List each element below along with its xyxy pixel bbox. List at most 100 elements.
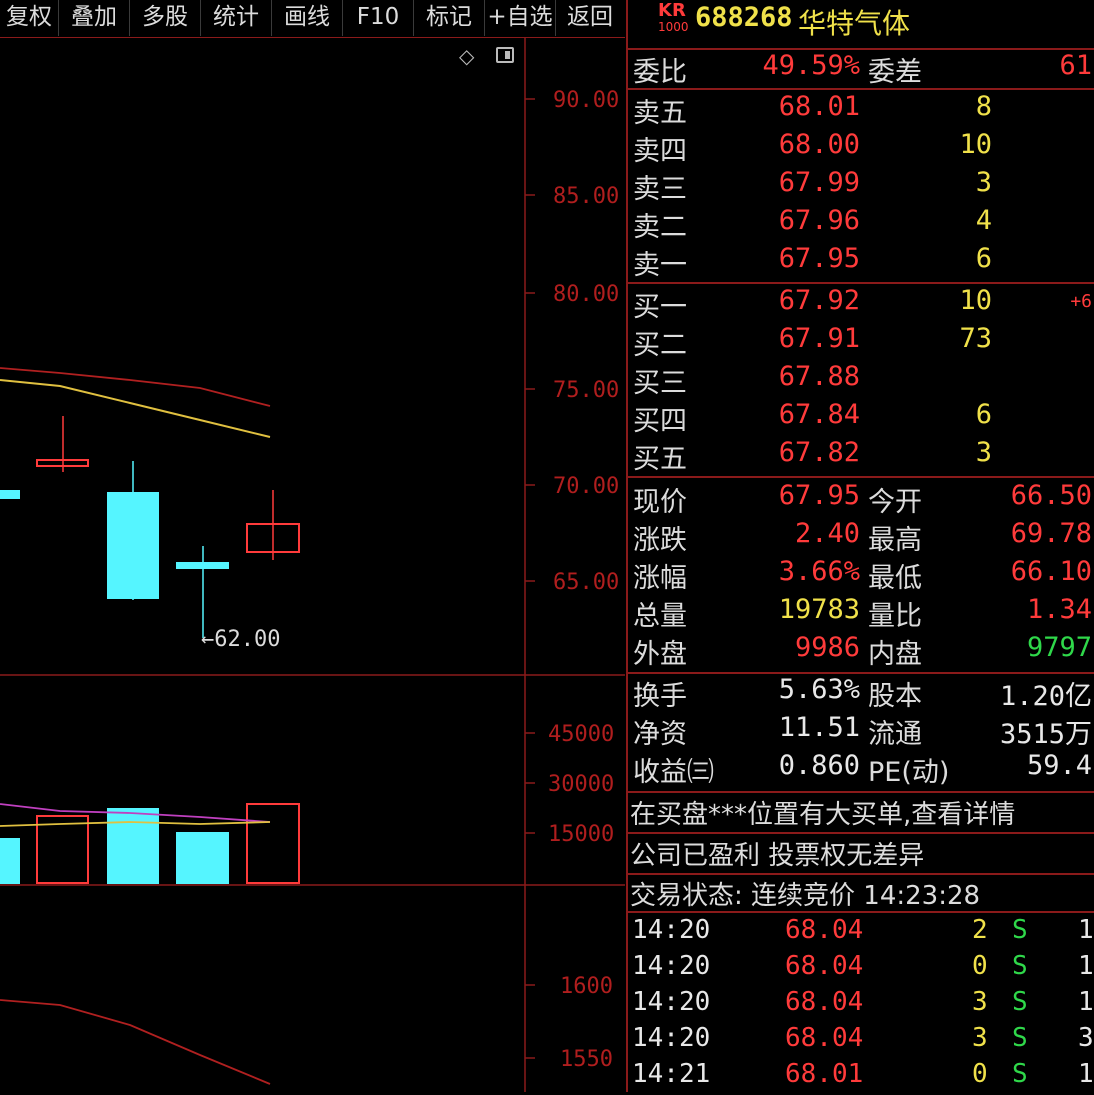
bid-row[interactable]: 买二 67.91 73 [628,323,1094,361]
bid-label: 买二 [633,330,687,361]
bid-price: 67.84 [778,399,860,430]
kr-badge: KR 1000 [658,2,696,42]
candle [107,492,159,599]
quote-row: 外盘 9986 内盘 9797 [628,632,1094,670]
mark-button[interactable]: 标记 [414,0,485,36]
stock-name: 华特气体 [798,7,911,40]
tick-count: 1 [1078,987,1094,1017]
divider [628,282,1094,284]
ask-label: 卖四 [633,136,687,167]
bid-volume: 10 [959,285,992,316]
bid-row[interactable]: 买五 67.82 3 [628,437,1094,475]
tick-price: 68.04 [785,915,864,945]
price-axis-label: 85.00 [553,184,620,209]
fundamental-row: 净资 11.51 流通 3515万 [628,712,1094,750]
bid-volume: 3 [975,437,992,468]
divider [628,88,1094,90]
order-ratio-value: 49.59% [762,50,860,81]
stock-code: 688268 [695,2,793,33]
float-shares-value: 3515万 [999,719,1092,750]
badge-bottom: 1000 [658,20,689,34]
divider [628,832,1094,834]
status-text: 交易状态: 连续竞价 14:23:28 [630,881,981,911]
tick-volume: 2 [972,915,988,945]
bid-change: +6 [1070,291,1092,312]
ask-label: 卖一 [633,250,687,281]
tick-side: S [1012,987,1028,1017]
ask-price: 68.00 [778,129,860,160]
big-order-notice[interactable]: 在买盘***位置有大买单,查看详情 [628,794,1094,832]
candle [176,562,229,569]
tick-volume: 0 [972,1059,988,1089]
quote-row: 总量 19783 量比 1.34 [628,594,1094,632]
tick-side: S [1012,951,1028,981]
order-diff-value: 61 [1059,50,1092,81]
divider [628,791,1094,793]
tick-price: 68.04 [785,987,864,1017]
bid-price: 67.88 [778,361,860,392]
ask-row[interactable]: 卖一 67.95 6 [628,243,1094,281]
fundamental-label: 净资 [633,719,687,750]
quote-label: 总量 [633,601,687,632]
fundamental-label: 收益㈢ [633,757,714,788]
price-axis-label: 90.00 [553,88,620,113]
volume-bar [107,808,159,884]
kline-chart-area[interactable]: ◇ 90.00 85.00 80.00 75.00 70.00 65.00 45… [0,38,625,1092]
tick-count: 1 [1078,915,1094,945]
add-watchlist-button[interactable]: +自选 [485,0,556,36]
f10-button[interactable]: F10 [343,0,414,36]
panel-toggle-icon[interactable] [496,47,514,63]
ask-price: 68.01 [778,91,860,122]
statistics-button[interactable]: 统计 [201,0,272,36]
tick-volume: 3 [972,1023,988,1053]
quote-label: 涨跌 [633,525,687,556]
price-axis-label: 65.00 [553,570,620,595]
bid-row[interactable]: 买三 67.88 [628,361,1094,399]
ask-row[interactable]: 卖四 68.00 10 [628,129,1094,167]
tick-count: 3 [1078,1023,1094,1053]
divider [628,911,1094,913]
ask-volume: 3 [975,167,992,198]
volume-axis-label: 45000 [548,722,615,747]
price-axis-label: 70.00 [553,474,620,499]
candle [0,490,20,499]
tick-price: 68.01 [785,1059,864,1089]
order-ratio-row: 委比 49.59% 委差 61 [628,50,1094,88]
draw-line-button[interactable]: 画线 [272,0,343,36]
volume-axis-label: 30000 [548,772,615,797]
ask-row[interactable]: 卖二 67.96 4 [628,205,1094,243]
ask-volume: 8 [975,91,992,122]
volume-ratio-value: 1.34 [1026,594,1092,625]
tick-row: 14:20 68.04 3 S 1 [628,987,1094,1023]
quote-label: 量比 [868,601,922,632]
ask-price: 67.99 [778,167,860,198]
bid-label: 买五 [633,444,687,475]
quote-label: 外盘 [633,639,687,670]
fundamental-label: 流通 [868,719,922,750]
company-notice: 公司已盈利 投票权无差异 [628,835,1094,873]
tick-price: 68.04 [785,951,864,981]
bid-price: 67.82 [778,437,860,468]
ask-row[interactable]: 卖三 67.99 3 [628,167,1094,205]
low-value: 66.10 [1010,556,1092,587]
back-button[interactable]: 返回 [556,0,624,36]
indicator-line [0,999,271,1085]
tick-side: S [1012,915,1028,945]
fuquan-button[interactable]: 复权 [0,0,59,36]
diamond-icon[interactable]: ◇ [459,46,479,66]
quote-label: 今开 [868,487,922,518]
notice-text: 公司已盈利 投票权无差异 [630,841,925,871]
last-price-value: 67.95 [778,480,860,511]
quote-row: 现价 67.95 今开 66.50 [628,480,1094,518]
open-price-value: 66.50 [1010,480,1092,511]
multi-stock-button[interactable]: 多股 [130,0,201,36]
ask-row[interactable]: 卖五 68.01 8 [628,91,1094,129]
bid-volume: 73 [959,323,992,354]
bid-row[interactable]: 买四 67.84 6 [628,399,1094,437]
price-axis-label: 75.00 [553,378,620,403]
overlay-button[interactable]: 叠加 [59,0,130,36]
bid-row[interactable]: 买一 67.92 10 +6 [628,285,1094,323]
tick-count: 1 [1078,951,1094,981]
tick-row: 14:20 68.04 2 S 1 [628,915,1094,951]
ask-volume: 6 [975,243,992,274]
